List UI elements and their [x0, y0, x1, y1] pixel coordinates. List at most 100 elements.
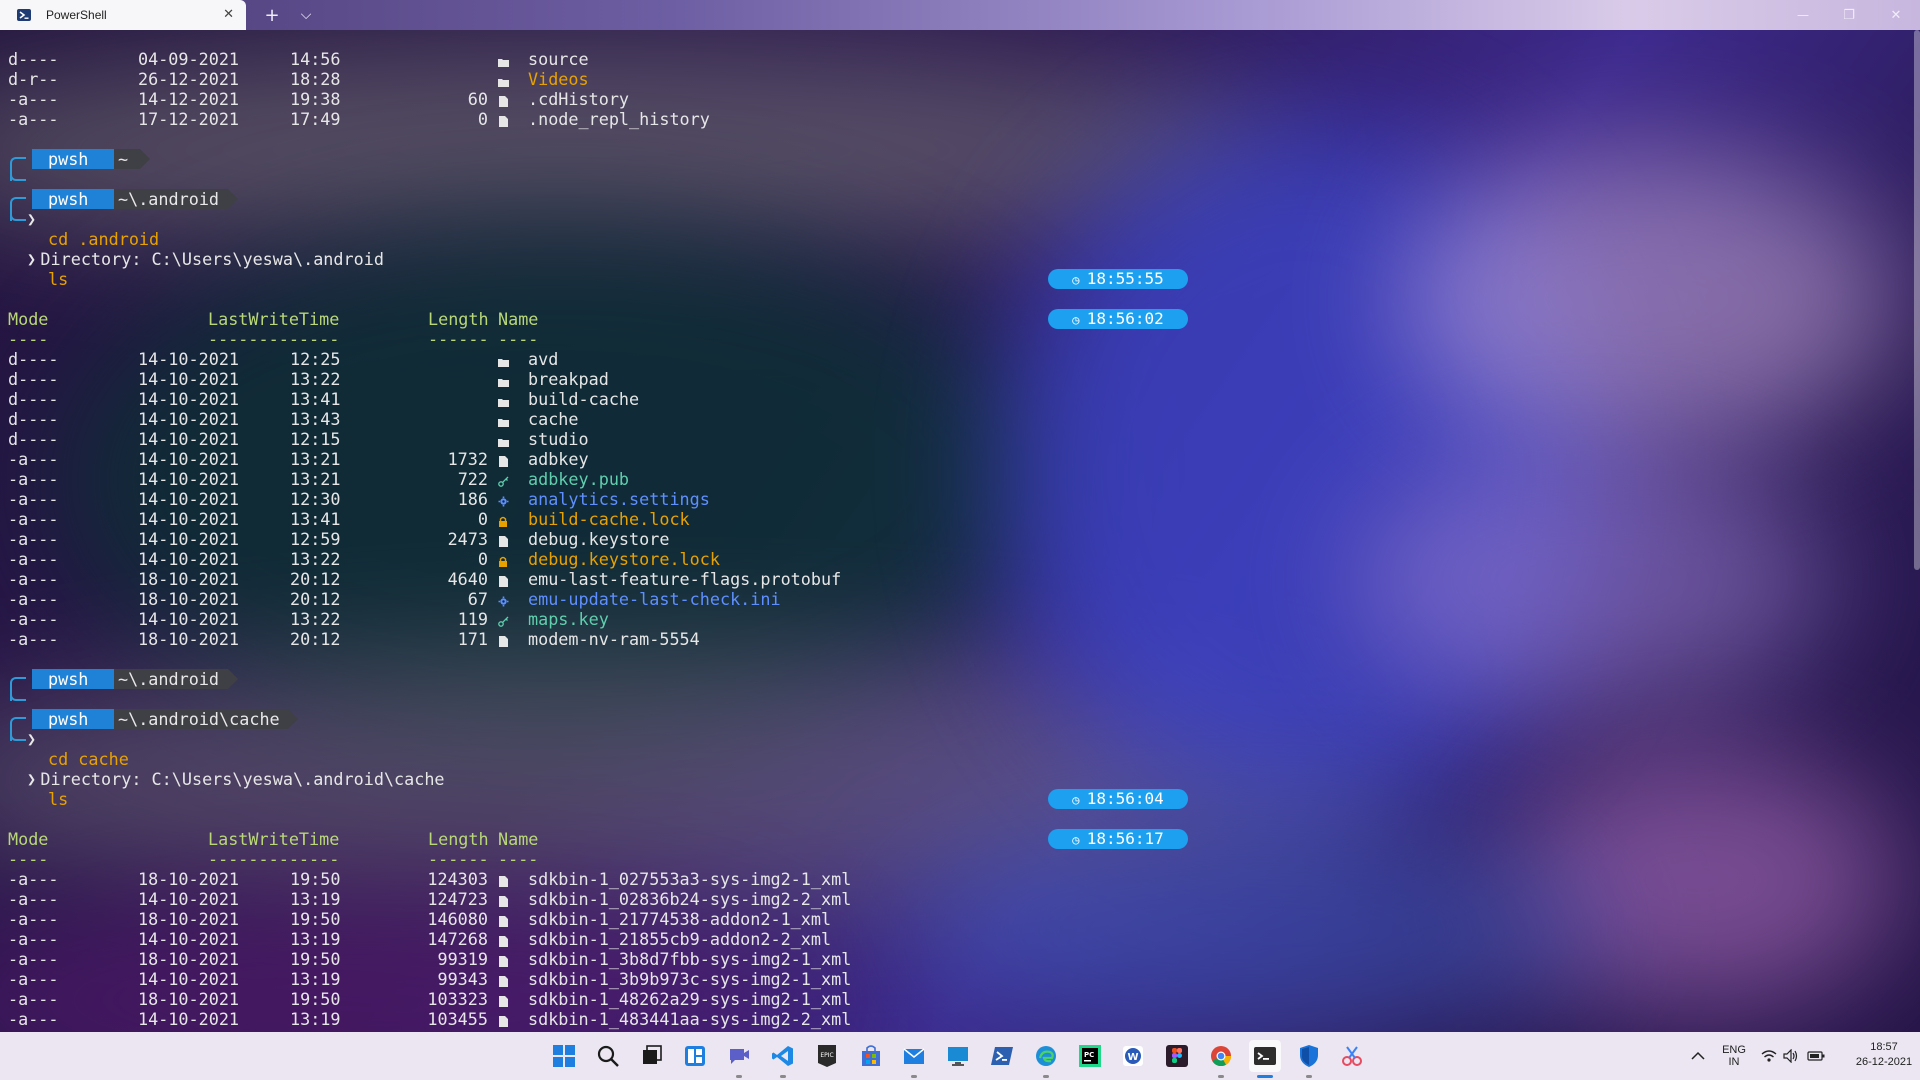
file-mode: d-r-- — [8, 69, 59, 89]
restore-button[interactable]: ❐ — [1826, 0, 1872, 30]
pycharm-icon[interactable]: PC — [1074, 1040, 1106, 1072]
wifi-icon[interactable] — [1758, 1040, 1780, 1072]
store-icon[interactable] — [855, 1040, 887, 1072]
remote-desktop-icon[interactable] — [942, 1040, 974, 1072]
segment-separator — [104, 149, 114, 169]
file-time: 13:21 — [290, 449, 341, 469]
file-length: 0 — [477, 509, 488, 529]
file-time: 19:50 — [290, 949, 341, 969]
figma-icon[interactable] — [1161, 1040, 1193, 1072]
prompt-time: 18:56:04 — [1086, 789, 1164, 808]
list-item: -a--- 14-10-2021 12:59 2473 debug.keystore — [0, 529, 900, 549]
search-icon[interactable] — [592, 1040, 624, 1072]
battery-icon[interactable] — [1804, 1040, 1828, 1072]
file-mode: -a--- — [8, 489, 59, 509]
vscode-icon[interactable] — [767, 1040, 799, 1078]
list-item: -a--- 14-10-2021 13:22 0 debug.keystore.lock — [0, 549, 900, 569]
minimize-button[interactable]: — — [1780, 0, 1826, 30]
file-length: 60 — [467, 89, 488, 109]
segment-separator — [140, 149, 150, 169]
file-time: 17:49 — [290, 109, 341, 129]
terminal-icon[interactable] — [1249, 1040, 1281, 1078]
file-length: 722 — [457, 469, 488, 489]
file-time: 18:28 — [290, 69, 341, 89]
file-name: adbkey.pub — [528, 469, 630, 489]
list-item: -a--- 14-10-2021 13:19 147268 sdkbin-1_21855… — [0, 929, 900, 949]
file-time: 13:19 — [290, 1009, 341, 1029]
file-date: 14-10-2021 — [138, 969, 240, 989]
list-item: -a--- 18-10-2021 20:12 171 modem-nv-ram-5554 — [0, 629, 900, 649]
volume-icon[interactable] — [1780, 1040, 1802, 1072]
file-date: 26-12-2021 — [138, 69, 240, 89]
prompt-line: pwsh ~\.android\cache ◷ 18:56:17 — [0, 709, 1920, 849]
list-item: -a--- 18-10-2021 20:12 4640 emu-last-feature… — [0, 569, 900, 589]
chat-icon[interactable] — [723, 1040, 755, 1078]
prompt-connector — [10, 687, 26, 701]
header-mode: Mode — [8, 309, 49, 329]
terminal-scrollbar[interactable] — [1914, 30, 1920, 570]
table-header-underline: ---- ------------- ------ ---- — [0, 849, 900, 869]
list-item: d---- 14-10-2021 12:15 studio — [0, 429, 900, 449]
file-date: 14-10-2021 — [138, 1009, 240, 1029]
mail-icon[interactable] — [898, 1040, 930, 1078]
table-header-underline: ---- ------------- ------ ---- — [0, 329, 900, 349]
file-mode: -a--- — [8, 509, 59, 529]
table-header: Mode LastWriteTime Length Name — [0, 829, 900, 849]
prompt-line: pwsh ~\.android ◷ 18:56:04 — [0, 669, 1920, 809]
file-date: 04-09-2021 — [138, 49, 240, 69]
prompt-time-badge: ◷ 18:56:17 — [1048, 829, 1188, 849]
system-clock[interactable]: 18:57 26-12-2021 — [1852, 1041, 1916, 1068]
taskbar: EPIC PC W ENG IN 18:57 26-12-2021 — [0, 1032, 1920, 1080]
segment-separator — [228, 669, 238, 689]
file-date: 14-10-2021 — [138, 509, 240, 529]
word-icon[interactable]: W — [1117, 1040, 1149, 1072]
widgets-icon[interactable] — [679, 1040, 711, 1072]
path-segment: ~\.android\cache — [114, 709, 288, 729]
epic-games-icon[interactable]: EPIC — [811, 1040, 843, 1072]
close-button[interactable]: ✕ — [1872, 0, 1920, 30]
file-date: 18-10-2021 — [138, 589, 240, 609]
file-time: 12:30 — [290, 489, 341, 509]
snipping-tool-icon[interactable] — [1336, 1040, 1368, 1072]
language-indicator[interactable]: ENG IN — [1718, 1044, 1750, 1068]
file-icon — [496, 113, 510, 133]
file-name: .cdHistory — [528, 89, 630, 109]
defender-icon[interactable] — [1293, 1040, 1325, 1078]
task-view-icon[interactable] — [636, 1040, 668, 1072]
terminal-output[interactable]: d---- 04-09-2021 14:56 source d-r-- 26-12-202… — [0, 30, 1920, 1031]
edge-icon[interactable] — [1030, 1040, 1062, 1078]
file-length: 99319 — [437, 949, 488, 969]
file-date: 14-10-2021 — [138, 609, 240, 629]
file-mode: -a--- — [8, 449, 59, 469]
list-item: d---- 14-10-2021 13:22 breakpad — [0, 369, 900, 389]
tray-chevron-up-icon[interactable] — [1684, 1040, 1712, 1072]
powershell-tab-icon — [16, 7, 32, 23]
prompt-time: 18:56:02 — [1086, 309, 1164, 328]
tab-dropdown-icon[interactable]: ⌵ — [294, 0, 318, 30]
file-length: 4640 — [447, 569, 488, 589]
file-date: 18-10-2021 — [138, 569, 240, 589]
running-app-indicator — [780, 1075, 786, 1078]
powershell-icon[interactable] — [986, 1040, 1018, 1072]
tab-close-icon[interactable]: ✕ — [223, 7, 234, 22]
chrome-icon[interactable] — [1205, 1040, 1237, 1078]
file-length: 119 — [457, 609, 488, 629]
file-date: 14-10-2021 — [138, 369, 240, 389]
underline-name: ---- — [498, 849, 539, 869]
file-length: 103323 — [427, 989, 488, 1009]
file-date: 14-10-2021 — [138, 549, 240, 569]
file-time: 20:12 — [290, 589, 341, 609]
new-tab-button[interactable]: + — [260, 0, 284, 30]
file-name: debug.keystore — [528, 529, 670, 549]
file-time: 13:43 — [290, 409, 341, 429]
file-length: 147268 — [427, 929, 488, 949]
start-icon[interactable] — [548, 1040, 580, 1072]
tab-powershell[interactable]: PowerShell ✕ — [0, 0, 246, 30]
file-mode: d---- — [8, 49, 59, 69]
file-mode: d---- — [8, 389, 59, 409]
list-item: -a--- 14-10-2021 13:19 124723 sdkbin-1_02836… — [0, 889, 900, 909]
command-line: ❯ cd .android — [0, 167, 600, 249]
file-time: 20:12 — [290, 569, 341, 589]
file-date: 14-10-2021 — [138, 469, 240, 489]
prompt-connector — [10, 207, 26, 221]
